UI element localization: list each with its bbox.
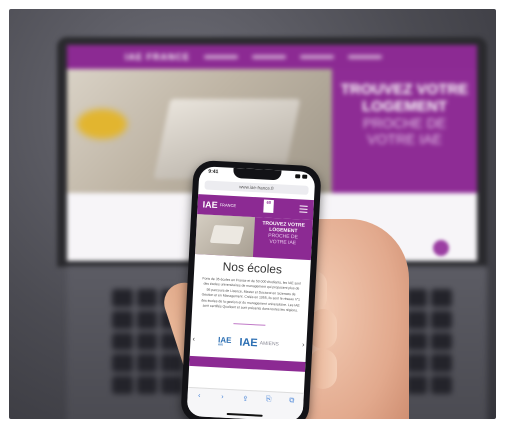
keyboard-key xyxy=(406,376,428,394)
keyboard-key xyxy=(136,332,158,351)
keyboard-key xyxy=(431,310,452,329)
laptop-nav-link xyxy=(300,55,335,59)
keyboard-key xyxy=(112,376,133,394)
keyboard-key xyxy=(431,354,452,373)
url-bar[interactable]: www.iae-france.fr xyxy=(204,180,309,195)
keyboard-key xyxy=(136,376,158,394)
keyboard-key xyxy=(406,332,428,351)
mobile-footer-band xyxy=(189,355,306,372)
keyboard-key xyxy=(112,310,133,329)
finger xyxy=(309,349,337,389)
laptop-hero-panel: TROUVEZ VOTRE LOGEMENT PROCHE DE VOTRE I… xyxy=(332,69,477,205)
hamburger-menu-icon[interactable] xyxy=(299,205,308,214)
keyboard-key xyxy=(112,354,133,373)
phone-notch xyxy=(233,167,282,181)
school-logo-amiens[interactable]: IAE AMIENS xyxy=(239,336,279,350)
keyboard-key xyxy=(161,354,182,373)
section-title: Nos écoles xyxy=(222,259,283,277)
mobile-hero: TROUVEZ VOTRE LOGEMENT PROCHE DE VOTRE I… xyxy=(195,214,313,261)
keyboard-key xyxy=(431,289,452,307)
bookmarks-icon[interactable]: ⎘ xyxy=(262,396,274,405)
carousel-next-icon[interactable]: › xyxy=(302,342,305,349)
back-icon[interactable]: ‹ xyxy=(193,392,205,400)
signal-icon xyxy=(295,174,301,179)
laptop-nav-link xyxy=(252,55,287,59)
laptop-nav-bar: IAE FRANCE xyxy=(67,45,477,69)
logo-iae-text: IAE xyxy=(202,199,218,211)
smartphone: 9:41 www.iae-france.fr IAE FRANCE 60 TRO… xyxy=(180,159,322,419)
laptop-nav-link xyxy=(348,55,383,59)
school-logos-carousel: IAE AIX IAE AMIENS xyxy=(190,329,307,357)
mobile-hero-text: TROUVEZ VOTRE LOGEMENT PROCHE DE VOTRE I… xyxy=(254,220,313,247)
laptop-hero-line3: PROCHE DE xyxy=(362,115,447,131)
battery-icon xyxy=(302,174,308,179)
laptop-logo: IAE FRANCE xyxy=(125,52,191,62)
share-icon[interactable]: ⇪ xyxy=(239,395,251,404)
forward-icon[interactable]: › xyxy=(216,393,228,401)
status-time: 9:41 xyxy=(208,168,219,176)
school-b-name: AMIENS xyxy=(259,340,279,348)
keyboard-key xyxy=(406,354,428,373)
phone-screen: 9:41 www.iae-france.fr IAE FRANCE 60 TRO… xyxy=(186,166,316,419)
keyboard-key xyxy=(161,376,182,394)
keyboard-key xyxy=(431,376,452,394)
keyboard-key xyxy=(112,332,133,351)
mobile-hero-photo xyxy=(195,214,256,258)
section-text: Forts de 35 écoles en France et de 50 00… xyxy=(201,276,301,313)
laptop-hero-line1: TROUVEZ VOTRE xyxy=(340,81,469,98)
keyboard-key xyxy=(406,310,428,329)
school-b-logo: IAE xyxy=(239,336,258,350)
photo-frame: IAE FRANCE TROUVEZ VOTRE LOGEMENT PROCHE… xyxy=(9,9,496,419)
keyboard-key xyxy=(431,332,452,351)
status-icons xyxy=(295,174,308,179)
keyboard-key xyxy=(136,310,158,329)
anniversary-badge: 60 xyxy=(263,199,274,214)
section-divider xyxy=(233,323,266,326)
yellow-object xyxy=(77,109,127,139)
mobile-logo[interactable]: IAE FRANCE xyxy=(202,197,236,213)
tabs-icon[interactable]: ⧉ xyxy=(286,397,298,406)
keyboard-key xyxy=(112,289,133,307)
keyboard-key xyxy=(406,289,428,307)
laptop-chat-button xyxy=(433,240,449,256)
laptop-hero-line4: VOTRE IAE xyxy=(367,131,442,147)
school-logo-aix[interactable]: IAE AIX xyxy=(218,335,232,347)
keyboard-key xyxy=(136,289,158,307)
laptop-nav-link xyxy=(204,55,239,59)
laptop-hero-line2: LOGEMENT xyxy=(362,98,447,115)
keyboard-key xyxy=(136,354,158,373)
logo-france-text: FRANCE xyxy=(219,202,237,209)
